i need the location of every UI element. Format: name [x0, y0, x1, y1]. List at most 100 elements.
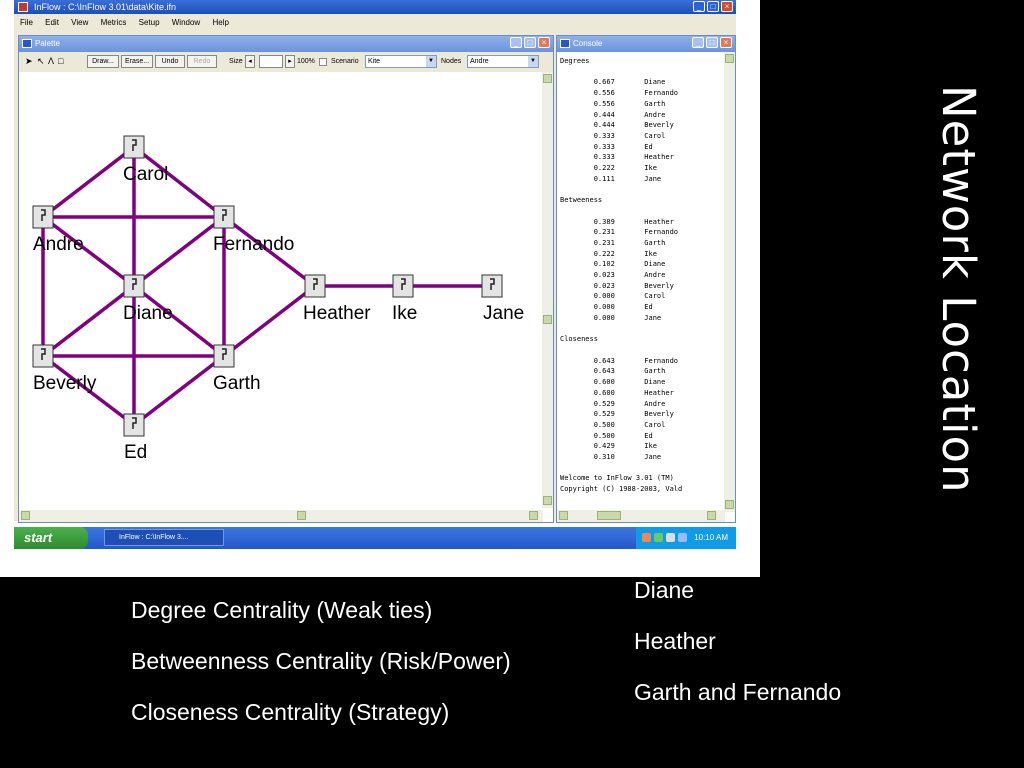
menu-metrics[interactable]: Metrics — [101, 18, 127, 27]
taskbar-item-label: InFlow : C:\InFlow 3.... — [119, 534, 189, 541]
menu-view[interactable]: View — [71, 18, 88, 27]
console-row: 0.023 Andre — [560, 271, 666, 280]
node-jane[interactable]: Jane — [481, 274, 524, 324]
console-row: 0.000 Carol — [560, 292, 666, 301]
menu-edit[interactable]: Edit — [45, 18, 59, 27]
menu-setup[interactable]: Setup — [139, 18, 160, 27]
scroll-right-icon[interactable] — [707, 511, 716, 520]
console-row: 0.429 Ike — [560, 442, 657, 451]
menu-window[interactable]: Window — [172, 18, 200, 27]
console-spacer — [560, 184, 720, 195]
measure-betweenness: Betweenness Centrality (Risk/Power) — [131, 648, 511, 674]
scenario-select[interactable]: Kite ▼ — [365, 55, 437, 68]
node-heather[interactable]: Heather — [303, 274, 371, 324]
console-minimize-button[interactable]: _ — [692, 37, 704, 48]
network-canvas[interactable]: Carol Andre Fernando Diane Heather Ike Jane Bev… — [19, 72, 543, 508]
node-label-andre: Andre — [33, 234, 84, 255]
node-beverly[interactable]: Beverly — [32, 344, 97, 394]
console-row: 0.333 Ed — [560, 142, 653, 151]
node-label-ike: Ike — [392, 303, 417, 324]
console-close-button[interactable]: × — [720, 37, 732, 48]
measure-degree: Degree Centrality (Weak ties) — [131, 597, 433, 623]
edge-fernando-diane — [132, 215, 226, 288]
tray-app-icon[interactable] — [642, 533, 651, 542]
menu-file[interactable]: File — [20, 18, 33, 27]
measure-closeness: Closeness Centrality (Strategy) — [131, 699, 450, 725]
taskbar-item-inflow[interactable]: InFlow : C:\InFlow 3.... — [104, 529, 224, 546]
menu-help[interactable]: Help — [212, 18, 228, 27]
scroll-up-icon[interactable] — [543, 74, 552, 83]
scenario-label: Scenario — [331, 58, 359, 65]
redo-button[interactable]: Redo — [187, 55, 217, 68]
console-row: 0.444 Beverly — [560, 121, 674, 130]
palette-close-button[interactable]: × — [538, 37, 550, 48]
rectangle-tool-icon[interactable]: □ — [58, 56, 63, 67]
node-ed[interactable]: Ed — [123, 413, 147, 463]
console-titlebar: Console _ □ × — [557, 36, 735, 52]
tray-volume-icon[interactable] — [678, 533, 687, 542]
scroll-down-icon[interactable] — [725, 500, 734, 509]
palette-titlebar: Palette _ □ × — [19, 36, 553, 52]
scroll-thumb[interactable] — [297, 511, 306, 520]
start-button[interactable]: start — [14, 527, 88, 549]
node-carol[interactable]: Carol — [123, 135, 168, 185]
edge-carol-andre — [41, 145, 136, 219]
edge-garth-ed — [132, 354, 226, 427]
tray-app-icon[interactable] — [654, 533, 663, 542]
palette-horizontal-scrollbar[interactable] — [19, 510, 543, 522]
scroll-up-icon[interactable] — [725, 54, 734, 63]
size-label: Size — [229, 58, 243, 65]
console-row: 0.556 Fernando — [560, 89, 679, 98]
menu-bar: File Edit View Metrics Setup Window Help — [14, 14, 736, 31]
nodes-select[interactable]: Andre ▼ — [467, 55, 539, 68]
system-tray: 10:10 AM — [636, 527, 736, 549]
palette-window: Palette _ □ × ➤ ↖ Λ □ Draw... Erase... U… — [18, 35, 554, 523]
triangle-tool-icon[interactable]: Λ — [48, 56, 54, 67]
edge-diane-beverly — [41, 284, 136, 358]
screenshot: InFlow : C:\InFlow 3.01\data\Kite.ifn _ … — [0, 0, 760, 577]
node-diane[interactable]: Diane — [123, 274, 173, 324]
slide-title: Network Location — [930, 85, 990, 535]
console-row: 0.000 Ed — [560, 303, 653, 312]
console-row: 0.643 Fernando — [560, 356, 679, 365]
size-slider[interactable] — [259, 55, 283, 68]
close-button[interactable]: × — [721, 1, 733, 12]
console-spacer — [560, 206, 720, 217]
draw-button[interactable]: Draw... — [87, 55, 119, 68]
console-maximize-button[interactable]: □ — [706, 37, 718, 48]
node-label-garth: Garth — [213, 373, 261, 394]
console-section-heading: Closeness — [560, 335, 598, 344]
maximize-button[interactable]: □ — [707, 1, 719, 12]
answer-list: Diane Heather Garth and Fernando — [634, 577, 841, 730]
undo-button[interactable]: Undo — [155, 55, 185, 68]
console-row: 0.667 Diane — [560, 78, 666, 87]
scroll-down-icon[interactable] — [543, 496, 552, 505]
node-ike[interactable]: Ike — [392, 274, 417, 324]
start-label: start — [24, 530, 53, 545]
slide-title-text: Network Location — [932, 85, 985, 494]
scenario-checkbox[interactable] — [319, 58, 327, 66]
tray-network-icon[interactable] — [666, 533, 675, 542]
scroll-right-icon[interactable] — [529, 511, 538, 520]
scroll-left-icon[interactable] — [559, 511, 568, 520]
console-row: 0.111 Jane — [560, 174, 662, 183]
palette-maximize-button[interactable]: □ — [524, 37, 536, 48]
erase-button[interactable]: Erase... — [121, 55, 153, 68]
console-vertical-scrollbar[interactable] — [724, 52, 735, 512]
size-decrease-button[interactable]: ◂ — [245, 55, 255, 68]
size-increase-button[interactable]: ▸ — [285, 55, 295, 68]
link-tool-icon[interactable]: ↖ — [37, 56, 45, 67]
scroll-left-icon[interactable] — [21, 511, 30, 520]
scroll-thumb[interactable] — [597, 511, 621, 520]
console-row: 0.231 Garth — [560, 238, 666, 247]
console-horizontal-scrollbar[interactable] — [557, 510, 725, 522]
console-row: 0.444 Andre — [560, 110, 666, 119]
node-garth[interactable]: Garth — [213, 344, 261, 394]
console-row: 0.600 Heather — [560, 388, 674, 397]
scroll-thumb[interactable] — [543, 315, 552, 324]
palette-minimize-button[interactable]: _ — [510, 37, 522, 48]
select-tool-icon[interactable]: ➤ — [25, 56, 33, 67]
console-row: 0.310 Jane — [560, 453, 662, 462]
minimize-button[interactable]: _ — [693, 1, 705, 12]
palette-vertical-scrollbar[interactable] — [542, 72, 553, 508]
